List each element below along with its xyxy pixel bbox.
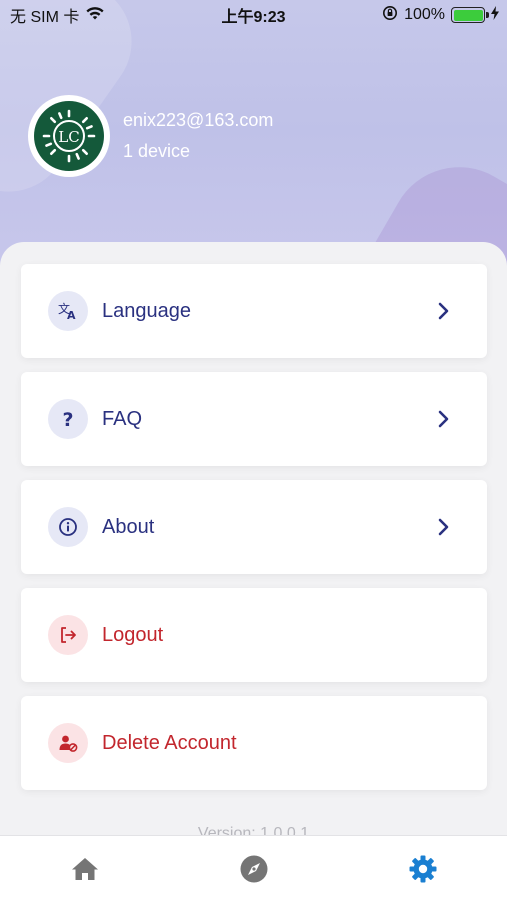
carrier-label: 无 SIM 卡 bbox=[10, 9, 80, 26]
charging-icon bbox=[491, 5, 499, 25]
tab-home[interactable] bbox=[69, 853, 101, 885]
chevron-right-icon bbox=[438, 518, 449, 536]
translate-icon: 文 A bbox=[48, 291, 88, 331]
user-email: enix223@163.com bbox=[123, 110, 274, 130]
chevron-right-icon bbox=[438, 410, 449, 428]
tab-settings[interactable] bbox=[407, 853, 439, 885]
compass-icon bbox=[240, 855, 268, 883]
svg-text:A: A bbox=[67, 309, 76, 322]
question-mark-icon: ? bbox=[48, 399, 88, 439]
device-count: 1 device bbox=[123, 141, 191, 161]
menu-label: About bbox=[102, 515, 155, 538]
battery-fill bbox=[453, 9, 483, 21]
logo-icon: LC bbox=[42, 109, 96, 163]
status-left: 无 SIM 卡 bbox=[10, 3, 105, 27]
chevron-right-icon bbox=[438, 302, 449, 320]
menu-item-language[interactable]: 文 A Language bbox=[21, 264, 487, 358]
user-block-icon bbox=[48, 723, 88, 763]
menu-item-delete-account[interactable]: Delete Account bbox=[21, 696, 487, 790]
menu-item-faq[interactable]: ? FAQ bbox=[21, 372, 487, 466]
status-bar: 无 SIM 卡 上午9:23 100% bbox=[0, 0, 507, 30]
menu-label: Delete Account bbox=[102, 731, 237, 754]
menu-label: Language bbox=[102, 299, 191, 322]
avatar-logo: LC bbox=[34, 101, 104, 171]
logout-icon bbox=[48, 615, 88, 655]
menu-item-about[interactable]: About bbox=[21, 480, 487, 574]
battery-icon bbox=[451, 7, 489, 23]
avatar[interactable]: LC bbox=[28, 95, 110, 177]
avatar-text: LC bbox=[58, 128, 79, 146]
menu-label: Logout bbox=[102, 623, 164, 646]
tab-explore[interactable] bbox=[238, 853, 270, 885]
menu-label: FAQ bbox=[102, 407, 143, 430]
orientation-lock-icon bbox=[382, 5, 398, 26]
wifi-icon bbox=[85, 5, 105, 26]
info-icon bbox=[48, 507, 88, 547]
status-right: 100% bbox=[382, 5, 499, 26]
battery-percent: 100% bbox=[404, 6, 445, 23]
tab-bar bbox=[0, 835, 507, 900]
menu-item-logout[interactable]: Logout bbox=[21, 588, 487, 682]
svg-text:?: ? bbox=[62, 409, 73, 430]
home-icon bbox=[72, 858, 98, 880]
gear-icon bbox=[409, 855, 437, 883]
